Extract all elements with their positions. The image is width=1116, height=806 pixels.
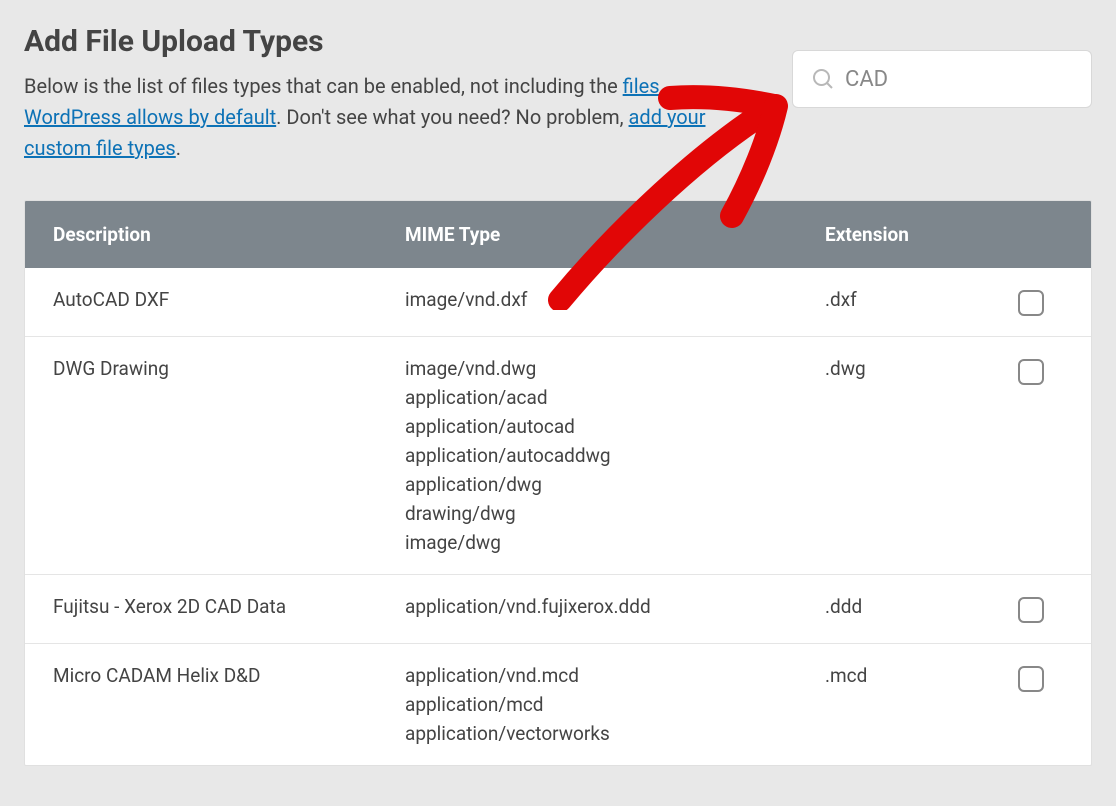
mime-value: application/dwg bbox=[405, 473, 809, 496]
search-icon bbox=[811, 67, 835, 91]
cell-enable bbox=[995, 288, 1067, 316]
column-extension: Extension bbox=[825, 223, 995, 246]
mime-value: application/mcd bbox=[405, 693, 809, 716]
enable-checkbox[interactable] bbox=[1018, 359, 1044, 385]
cell-mime: image/vnd.dwg application/acad application… bbox=[405, 357, 825, 554]
search-input[interactable] bbox=[845, 67, 1073, 92]
enable-checkbox[interactable] bbox=[1018, 597, 1044, 623]
cell-extension: .dwg bbox=[825, 357, 995, 554]
cell-enable bbox=[995, 595, 1067, 623]
intro-part: . bbox=[176, 136, 181, 160]
cell-description: DWG Drawing bbox=[25, 357, 405, 554]
cell-extension: .dxf bbox=[825, 288, 995, 316]
mime-value: image/dwg bbox=[405, 531, 809, 554]
file-types-table: Description MIME Type Extension AutoCAD … bbox=[24, 200, 1092, 766]
table-row: DWG Drawingimage/vnd.dwg application/acad… bbox=[25, 336, 1091, 574]
cell-mime: application/vnd.mcd application/mcd applic… bbox=[405, 664, 825, 745]
mime-value: application/autocaddwg bbox=[405, 444, 809, 467]
mime-value: image/vnd.dxf bbox=[405, 288, 809, 311]
cell-mime: application/vnd.fujixerox.ddd bbox=[405, 595, 825, 623]
mime-value: application/vnd.mcd bbox=[405, 664, 809, 687]
mime-value: application/vectorworks bbox=[405, 722, 809, 745]
cell-description: AutoCAD DXF bbox=[25, 288, 405, 316]
column-enable bbox=[995, 223, 1067, 246]
table-header: Description MIME Type Extension bbox=[25, 201, 1091, 268]
cell-enable bbox=[995, 357, 1067, 554]
table-row: Fujitsu - Xerox 2D CAD Dataapplication/v… bbox=[25, 574, 1091, 643]
intro-part: . Don't see what you need? No problem, bbox=[276, 105, 628, 129]
enable-checkbox[interactable] bbox=[1018, 290, 1044, 316]
search-field[interactable] bbox=[792, 50, 1092, 108]
cell-enable bbox=[995, 664, 1067, 745]
intro-part: Below is the list of files types that ca… bbox=[24, 74, 623, 98]
column-mime: MIME Type bbox=[405, 223, 825, 246]
table-body: AutoCAD DXFimage/vnd.dxf .dxf DWG Drawingi… bbox=[25, 268, 1091, 765]
cell-extension: .mcd bbox=[825, 664, 995, 745]
table-row: Micro CADAM Helix D&Dapplication/vnd.mcd… bbox=[25, 643, 1091, 765]
page-title: Add File Upload Types bbox=[24, 24, 714, 59]
table-row: AutoCAD DXFimage/vnd.dxf .dxf bbox=[25, 268, 1091, 336]
mime-value: application/vnd.fujixerox.ddd bbox=[405, 595, 809, 618]
mime-value: drawing/dwg bbox=[405, 502, 809, 525]
cell-description: Micro CADAM Helix D&D bbox=[25, 664, 405, 745]
mime-value: image/vnd.dwg bbox=[405, 357, 809, 380]
cell-mime: image/vnd.dxf bbox=[405, 288, 825, 316]
column-description: Description bbox=[25, 223, 405, 246]
cell-extension: .ddd bbox=[825, 595, 995, 623]
intro-text: Below is the list of files types that ca… bbox=[24, 71, 714, 164]
mime-value: application/acad bbox=[405, 386, 809, 409]
cell-description: Fujitsu - Xerox 2D CAD Data bbox=[25, 595, 405, 623]
mime-value: application/autocad bbox=[405, 415, 809, 438]
enable-checkbox[interactable] bbox=[1018, 666, 1044, 692]
